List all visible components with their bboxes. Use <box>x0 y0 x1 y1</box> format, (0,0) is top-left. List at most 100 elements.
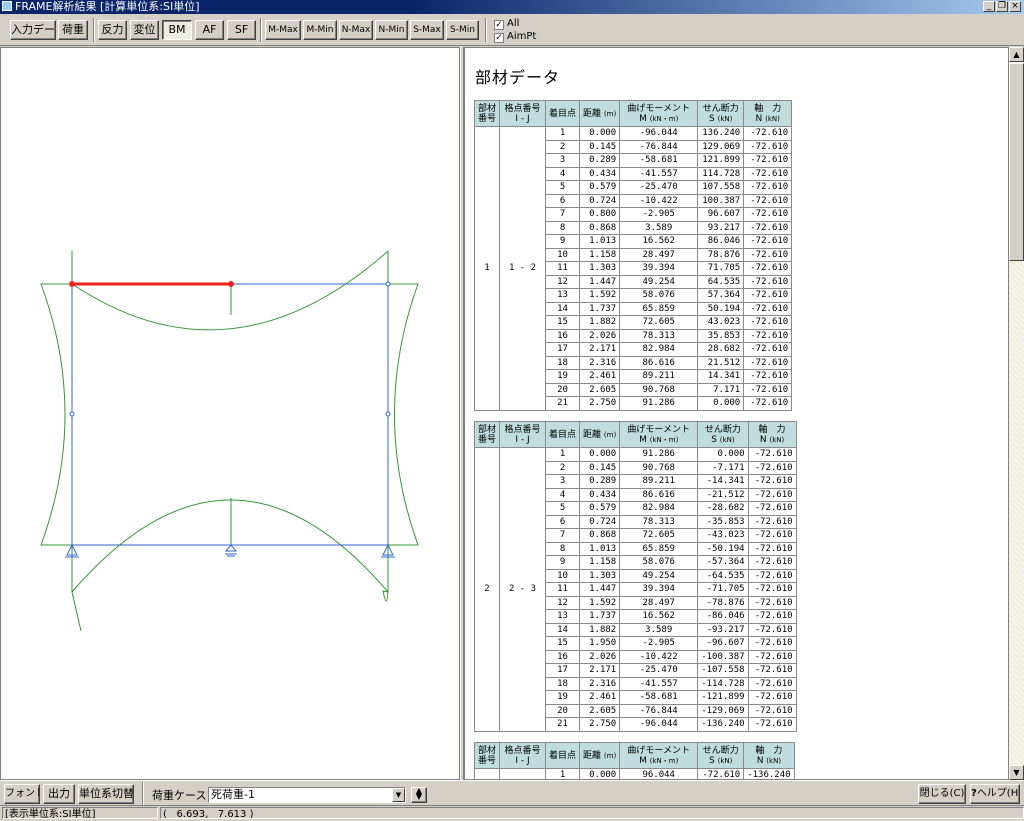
point-cell: 6 <box>545 193 581 208</box>
shear-cell: 0.000 <box>697 396 745 411</box>
distance-cell: 0.000 <box>579 768 621 779</box>
column-unit: (kN) <box>717 114 733 123</box>
table-row: 22 - 3 1 0.000 91.286 0.000 -72.610 <box>473 447 797 732</box>
column-unit: (kN) <box>769 435 785 444</box>
member-number <box>473 768 501 779</box>
window-title: FRAME解析結果 [計算単位系:SI単位] <box>15 0 200 13</box>
s-max-button[interactable]: S-Max <box>410 20 444 40</box>
table-header-row: 部材 番号 格点番号 I - J 着目点 距離 (m) 曲げモーメント M (kN・m) せん断… <box>473 742 795 769</box>
column-header-sublabel: I - J <box>515 434 530 445</box>
reaction-button[interactable]: 反力 <box>98 20 127 40</box>
moment-cell: -2.905 <box>619 207 699 222</box>
moment-cell: 78.313 <box>619 328 699 343</box>
column-header: せん断力 S (kN) <box>697 100 745 127</box>
chevron-down-icon[interactable]: ▼ <box>392 788 405 802</box>
distance-cell: 1.737 <box>579 609 621 624</box>
moment-curve-top-beam <box>71 250 389 331</box>
loadcase-dropdown[interactable]: 死荷重-1 ▼ <box>208 787 406 803</box>
moment-cell: 96.044 <box>619 768 699 779</box>
distance-cell: 2.750 <box>579 717 621 732</box>
vertical-scrollbar[interactable]: ▲ ▼ <box>1009 47 1024 780</box>
member-table: 部材 番号 格点番号 I - J 着目点 距離 (m) 曲げモーメント M (kN・m) せん断… <box>473 421 797 732</box>
distance-cell: 1.592 <box>579 595 621 610</box>
axial-cell: -72.610 <box>743 247 793 262</box>
app-icon <box>2 1 12 11</box>
distance-cell: 2.750 <box>579 396 621 411</box>
shear-cell: -107.558 <box>697 663 749 678</box>
load-button[interactable]: 荷重 <box>58 20 88 40</box>
column-header-label: 軸 力 <box>754 103 782 114</box>
shear-cell: -100.387 <box>697 649 749 664</box>
output-button[interactable]: 出力 <box>43 784 75 804</box>
node-pair: 1 - 2 <box>499 126 547 411</box>
column-header: せん断力 S (kN) <box>697 742 745 769</box>
af-button[interactable]: AF <box>195 20 224 40</box>
column-header-sublabel: S <box>711 434 717 445</box>
font-button[interactable]: フォント <box>4 784 40 804</box>
n-max-button[interactable]: N-Max <box>339 20 373 40</box>
shear-cell: 121.899 <box>697 153 745 168</box>
moment-cell: 90.768 <box>619 460 699 475</box>
column-header: 部材 番号 <box>473 742 501 769</box>
distance-cell: 1.882 <box>579 315 621 330</box>
column-unit: (m) <box>603 751 617 760</box>
column-header-sublabel: N <box>755 113 763 124</box>
aimpt-checkbox[interactable]: ✓ AimPt <box>494 31 536 43</box>
column-header-label: 軸 力 <box>755 745 783 756</box>
scroll-down-icon[interactable]: ▼ <box>1009 765 1024 780</box>
sf-button[interactable]: SF <box>227 20 256 40</box>
point-cell: 20 <box>545 703 581 718</box>
input-data-button[interactable]: 入力データ <box>10 20 56 40</box>
moment-cell: -76.844 <box>619 139 699 154</box>
m-min-button[interactable]: M-Min <box>303 20 337 40</box>
minimize-button[interactable]: _ <box>983 1 995 12</box>
unit-switch-button[interactable]: 単位系切替 <box>78 784 134 804</box>
close-window-button[interactable]: × <box>1009 1 1021 12</box>
point-cell: 21 <box>545 396 581 411</box>
distance-cell: 0.868 <box>579 528 621 543</box>
bm-button[interactable]: BM <box>162 20 192 40</box>
n-min-button[interactable]: N-Min <box>375 20 408 40</box>
axial-cell: -72.610 <box>747 717 797 732</box>
point-cell: 21 <box>545 717 581 732</box>
all-checkbox[interactable]: ✓ All <box>494 18 519 30</box>
column-header: 距離 (m) <box>579 421 621 448</box>
toolbar-separator <box>142 782 144 806</box>
m-max-button[interactable]: M-Max <box>265 20 301 40</box>
shear-cell: -72.610 <box>697 768 745 779</box>
axial-cell: -72.610 <box>747 649 797 664</box>
column-header-sublabel: S <box>709 113 715 124</box>
column-unit: (m) <box>603 109 617 118</box>
displacement-button[interactable]: 変位 <box>130 20 159 40</box>
column-header: 部材 番号 <box>473 421 501 448</box>
distance-cell: 1.447 <box>579 582 621 597</box>
scrollbar-thumb[interactable] <box>1009 63 1024 261</box>
axial-cell: -72.610 <box>743 382 793 397</box>
scroll-up-icon[interactable]: ▲ <box>1009 47 1024 62</box>
column-header-sublabel: 番号 <box>478 434 497 445</box>
moment-cell: 91.286 <box>619 447 699 462</box>
shear-cell: -43.023 <box>697 528 749 543</box>
close-button[interactable]: 閉じる(C) <box>918 784 966 804</box>
all-checkbox-label: All <box>507 18 520 29</box>
point-cell: 7 <box>545 528 581 543</box>
point-cell: 14 <box>545 301 581 316</box>
toolbar-separator <box>485 18 487 42</box>
moment-cell: 58.076 <box>619 288 699 303</box>
column-header-label: せん断力 <box>702 745 739 756</box>
s-min-button[interactable]: S-Min <box>446 20 479 40</box>
moment-cell: -25.470 <box>619 663 699 678</box>
moment-cell: 39.394 <box>619 582 699 597</box>
shear-cell: -96.607 <box>697 636 749 651</box>
help-button[interactable]: ?ヘルプ(H) <box>970 784 1020 804</box>
column-header: 着目点 <box>545 742 581 769</box>
member-table: 部材 番号 格点番号 I - J 着目点 距離 (m) 曲げモーメント M (kN・m) せん断… <box>473 742 795 779</box>
axial-cell: -72.610 <box>747 555 797 570</box>
point-cell: 10 <box>545 568 581 583</box>
shear-cell: -114.728 <box>697 676 749 691</box>
shear-cell: -7.171 <box>697 460 749 475</box>
frame-diagram-view[interactable] <box>0 47 460 780</box>
spin-button[interactable]: ▲ ▼ <box>411 787 427 803</box>
restore-button[interactable]: ❐ <box>996 1 1008 12</box>
axial-cell: -72.610 <box>747 622 797 637</box>
